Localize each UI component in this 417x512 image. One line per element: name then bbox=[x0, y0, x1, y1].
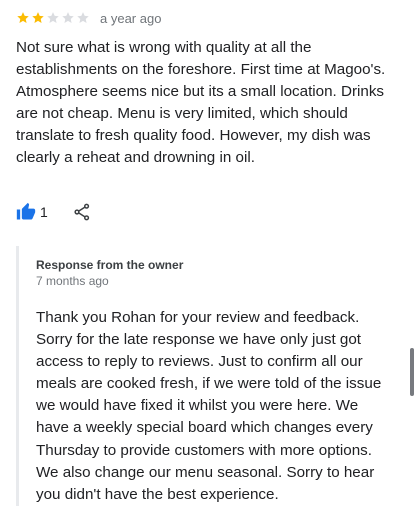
review-time: a year ago bbox=[100, 10, 162, 26]
like-button[interactable]: 1 bbox=[16, 202, 48, 222]
scrollbar-thumb[interactable] bbox=[410, 348, 414, 396]
star-empty-icon bbox=[47, 12, 59, 23]
star-empty-icon bbox=[77, 12, 89, 23]
owner-response: Response from the owner 7 months ago Tha… bbox=[16, 246, 402, 506]
share-icon bbox=[74, 203, 89, 221]
star-filled-icon bbox=[32, 12, 44, 23]
star-rating bbox=[16, 11, 90, 25]
review-card: a year ago Not sure what is wrong with q… bbox=[0, 0, 417, 512]
like-count: 1 bbox=[40, 204, 48, 220]
review-actions: 1 bbox=[16, 200, 92, 224]
star-filled-icon bbox=[17, 12, 29, 23]
thumbs-up-icon bbox=[16, 202, 36, 220]
star-empty-icon bbox=[62, 12, 74, 23]
owner-response-title: Response from the owner bbox=[36, 258, 184, 272]
share-button[interactable] bbox=[72, 202, 92, 222]
review-text: Not sure what is wrong with quality at a… bbox=[16, 39, 386, 167]
owner-response-time: 7 months ago bbox=[36, 274, 109, 288]
owner-response-text: Thank you Rohan for your review and feed… bbox=[36, 309, 382, 503]
rating-row: a year ago bbox=[16, 9, 161, 27]
